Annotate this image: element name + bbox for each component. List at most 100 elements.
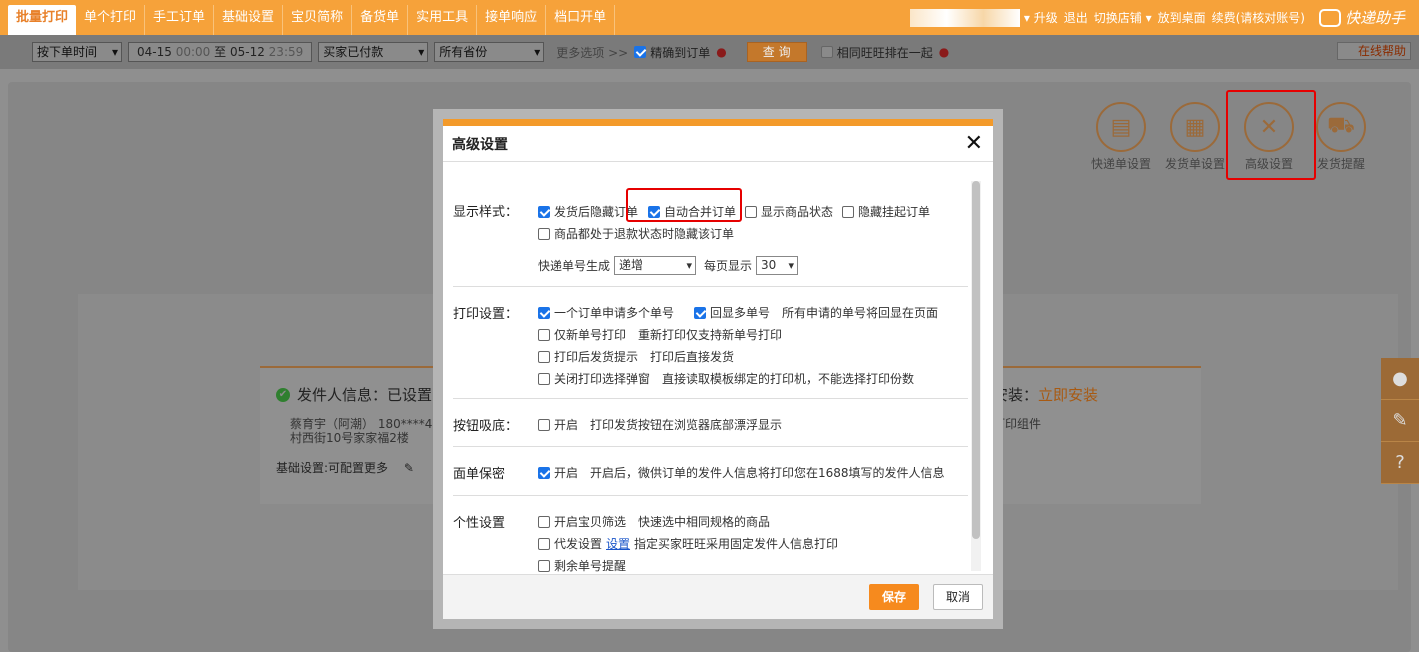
- remain-label: 剩余单号提醒: [554, 559, 627, 573]
- renew-link[interactable]: 续费(请核对账号): [1212, 9, 1305, 26]
- agent-checkbox[interactable]: [538, 537, 550, 550]
- exact-order-checkbox[interactable]: [634, 46, 647, 58]
- exact-order-label: 精确到订单: [650, 45, 711, 60]
- chat-icon[interactable]: ●: [1381, 358, 1419, 400]
- ship-reminder-button[interactable]: ⛟ 发货提醒: [1306, 102, 1376, 172]
- cancel-button[interactable]: 取消: [933, 584, 983, 610]
- brand-name: 快递助手: [1344, 9, 1405, 27]
- dialog-title: 高级设置: [452, 136, 508, 153]
- waybill-gen-select[interactable]: 递增: [614, 256, 697, 275]
- query-button[interactable]: 查 询: [746, 42, 807, 62]
- feedback-icon[interactable]: ✎: [1381, 400, 1419, 442]
- hide-refund-checkbox[interactable]: [538, 227, 550, 240]
- account-name-blurred: [909, 8, 1020, 27]
- order-time-select[interactable]: 按下单时间: [32, 42, 122, 62]
- close-popup-label: 关闭打印选择弹窗: [554, 372, 651, 386]
- highlight-advanced-settings: [1226, 90, 1316, 180]
- question-icon[interactable]: ?: [1381, 442, 1419, 484]
- privacy-checkbox[interactable]: [538, 466, 550, 479]
- ship-tip-note: 打印后直接发货: [650, 350, 735, 364]
- print-label: 打印设置：: [453, 307, 519, 322]
- hide-hold-option[interactable]: 隐藏挂起订单: [842, 203, 930, 220]
- help-question-icon-2[interactable]: ●: [939, 45, 949, 59]
- same-wangwang-option[interactable]: 相同旺旺排在一起: [820, 44, 933, 61]
- print-section: 打印设置： 一个订单申请多个单号 回显多单号 所有申请的单号将回显在页面 仅新单…: [453, 286, 968, 398]
- tab-stock-list[interactable]: 备货单: [352, 5, 409, 35]
- date-range-input[interactable]: 04-15 00:00 至 05-12 23:59: [128, 42, 313, 62]
- desktop-link[interactable]: 放到桌面: [1158, 9, 1206, 26]
- waybill-settings-label: 快递单设置: [1090, 157, 1151, 171]
- filter-bar: 按下单时间 04-15 00:00 至 05-12 23:59 买家已付款 所有…: [0, 35, 1419, 69]
- sender-title-text: 发件人信息：已设置: [297, 386, 433, 404]
- per-page-select[interactable]: 30: [756, 256, 799, 275]
- base-settings-link[interactable]: 基础设置:可配置更多 ✎: [276, 459, 440, 476]
- logout-link[interactable]: 退出: [1064, 9, 1088, 26]
- privacy-section: 面单保密 开启 开启后，微供订单的发件人信息将打印您在1688填写的发件人信息: [453, 446, 968, 495]
- base-settings-text: 基础设置:可配置更多: [276, 461, 389, 475]
- ship-reminder-label: 发货提醒: [1316, 157, 1365, 171]
- agent-row: 代发设置 设置 指定买家旺旺采用固定发件人信息打印: [538, 535, 838, 552]
- switch-shop-link[interactable]: 切换店铺 ▾: [1094, 9, 1152, 26]
- show-status-label: 显示商品状态: [761, 205, 834, 219]
- sender-title: ✔ 发件人信息：已设置: [276, 384, 440, 405]
- remain-row: 剩余单号提醒: [538, 557, 626, 574]
- exact-order-option[interactable]: 精确到订单: [634, 44, 710, 61]
- tab-single-print[interactable]: 单个打印: [76, 5, 146, 35]
- invoice-settings-button[interactable]: ▦ 发货单设置: [1160, 102, 1230, 172]
- close-icon[interactable]: ✕: [965, 131, 983, 156]
- province-select[interactable]: 所有省份: [434, 42, 545, 62]
- top-right-links: ▾ 升级 退出 切换店铺 ▾ 放到桌面 续费(请核对账号) 快递助手: [909, 0, 1419, 35]
- ship-tip-checkbox[interactable]: [538, 350, 550, 363]
- privacy-row: 开启 开启后，微供订单的发件人信息将打印您在1688填写的发件人信息: [538, 464, 945, 481]
- privacy-note: 开启后，微供订单的发件人信息将打印您在1688填写的发件人信息: [590, 466, 945, 480]
- same-wangwang-checkbox[interactable]: [820, 46, 833, 58]
- show-status-option[interactable]: 显示商品状态: [745, 203, 833, 220]
- install-now-link[interactable]: 立即安装: [1038, 384, 1098, 405]
- main-tabs: 批量打印 单个打印 手工订单 基础设置 宝贝简称 备货单 实用工具 接单响应 档…: [0, 0, 616, 35]
- date-to-time: 23:59: [268, 45, 304, 59]
- sender-card: ✔ 发件人信息：已设置 蔡育宇（阿潮） 180****43 村西街10号家家福2…: [260, 366, 440, 504]
- tab-batch-print[interactable]: 批量打印: [8, 5, 77, 35]
- item-filter-checkbox[interactable]: [538, 515, 550, 528]
- invoice-settings-label: 发货单设置: [1164, 157, 1225, 171]
- date-from-time: 00:00: [175, 45, 211, 59]
- waybill-options-row: 快递单号生成 递增 每页显示 30: [538, 256, 806, 275]
- tab-basic-settings[interactable]: 基础设置: [214, 5, 284, 35]
- hide-hold-checkbox[interactable]: [842, 205, 854, 218]
- tab-stall-order[interactable]: 档口开单: [546, 5, 616, 35]
- show-status-checkbox[interactable]: [745, 205, 757, 218]
- agent-label: 代发设置: [554, 537, 603, 551]
- save-button[interactable]: 保存: [869, 584, 919, 610]
- echo-multi-checkbox[interactable]: [694, 306, 707, 319]
- tab-order-response[interactable]: 接单响应: [477, 5, 547, 35]
- hide-after-ship-checkbox[interactable]: [538, 205, 550, 218]
- close-popup-checkbox[interactable]: [538, 372, 550, 385]
- sender-line-1: 蔡育宇（阿潮） 180****43: [290, 417, 440, 431]
- multi-waybill-checkbox[interactable]: [538, 306, 550, 319]
- waybill-settings-button[interactable]: ▤ 快递单设置: [1086, 102, 1156, 172]
- online-help-button[interactable]: 在线帮助: [1336, 42, 1411, 60]
- tab-manual-order[interactable]: 手工订单: [145, 5, 215, 35]
- upgrade-link[interactable]: ▾ 升级: [1024, 9, 1058, 26]
- button-float-checkbox[interactable]: [538, 418, 550, 431]
- ship-tip-row: 打印后发货提示 打印后直接发货: [538, 348, 734, 365]
- tab-item-alias[interactable]: 宝贝简称: [283, 5, 353, 35]
- close-popup-row: 关闭打印选择弹窗 直接读取模板绑定的打印机，不能选择打印份数: [538, 370, 914, 387]
- agent-settings-link[interactable]: 设置: [606, 535, 630, 552]
- tab-tools[interactable]: 实用工具: [408, 5, 478, 35]
- pay-status-select[interactable]: 买家已付款: [318, 42, 429, 62]
- more-options-link[interactable]: 更多选项 >>: [556, 44, 628, 61]
- help-question-icon[interactable]: ●: [716, 45, 726, 59]
- print-component-card: 安装： 立即安装 打印组件: [993, 366, 1201, 504]
- side-toolbar: ● ✎ ?: [1381, 358, 1419, 484]
- scrollbar-thumb[interactable]: [972, 181, 980, 539]
- remain-checkbox[interactable]: [538, 559, 550, 572]
- new-only-checkbox[interactable]: [538, 328, 550, 341]
- close-popup-note: 直接读取模板绑定的打印机，不能选择打印份数: [662, 372, 915, 386]
- hide-refund-option[interactable]: 商品都处于退款状态时隐藏该订单: [538, 225, 734, 242]
- truck-icon: ⛟: [1316, 102, 1366, 152]
- hide-after-ship-option[interactable]: 发货后隐藏订单: [538, 203, 638, 220]
- edit-icon[interactable]: ✎: [404, 461, 414, 475]
- hide-refund-label: 商品都处于退款状态时隐藏该订单: [554, 227, 735, 241]
- dialog-scrollbar[interactable]: [971, 181, 981, 571]
